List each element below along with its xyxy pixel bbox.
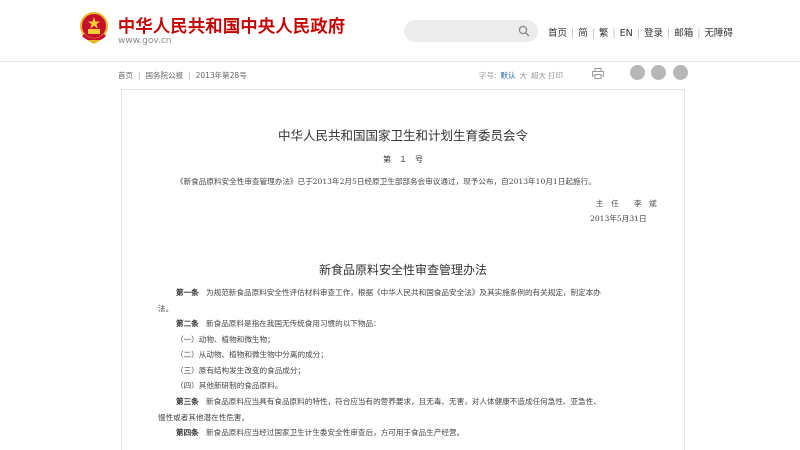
article-2-item-2: （二）从动物、植物和微生物中分离的成分； [176,350,328,359]
search-icon[interactable] [518,25,530,37]
article-3-label: 第三条 [176,397,199,406]
nav-separator: | [571,28,575,39]
article-2-item-3: （三）原有结构发生改变的食品成分； [176,366,306,375]
nav-mail[interactable]: 邮箱 [674,28,693,39]
article-3-continued: 慢性或者其他潜在性危害。 [158,413,250,422]
top-nav: 首页 | 简 | 繁 | EN | 登录 | 邮箱 | 无障碍 [548,25,733,39]
article-4-label: 第四条 [176,428,199,437]
font-size-xlarge[interactable]: 超大 [531,71,546,80]
breadcrumb-separator: | [188,71,191,80]
breadcrumb-gazette[interactable]: 国务院公报 [146,71,184,80]
site-url: www.gov.cn [118,36,172,46]
signer: 主 任 李 斌 [596,199,657,208]
regulation-title: 新食品原料安全性审查管理办法 [318,263,487,277]
breadcrumb-issue[interactable]: 2013年第28号 [196,71,247,80]
header-divider [0,61,800,62]
breadcrumb: 首页 | 国务院公报 | 2013年第28号 [118,70,247,81]
nav-separator: | [697,28,701,39]
document-intro: 《新食品原料安全性审查管理办法》已于2013年2月5日经原卫生部部务会审议通过，… [176,177,596,186]
article-toolbar: 首页 | 国务院公报 | 2013年第28号 字号: 默认大超大 打印 [118,65,688,82]
document-panel: 中华人民共和国国家卫生和计划生育委员会令 第 １ 号 《新食品原料安全性审查管理… [121,89,685,450]
article-1-continued: 法。 [158,304,174,313]
font-size-label: 字号: [479,71,497,80]
document-title: 中华人民共和国国家卫生和计划生育委员会令 [277,128,528,143]
nav-login[interactable]: 登录 [644,28,663,39]
nav-separator: | [666,28,671,39]
nav-separator: | [591,28,595,39]
article-3-text: 新食品原料应当具有食品原料的特性，符合应当有的营养要求，且无毒、无害，对人体健康… [206,397,601,406]
font-size-control: 字号: 默认大超大 [479,70,546,81]
nav-home[interactable]: 首页 [548,28,567,39]
article-2-label: 第二条 [176,319,199,328]
printer-icon[interactable] [592,68,604,79]
article-2-item-4: （四）其他新研制的食品原料。 [176,381,283,390]
document-number: 第 １ 号 [383,155,423,164]
print-label[interactable]: 打印 [548,70,563,81]
breadcrumb-separator: | [138,71,141,80]
sign-date: 2013年5月31日 [590,214,647,223]
nav-accessibility[interactable]: 无障碍 [704,28,733,39]
site-title[interactable]: 中华人民共和国中央人民政府 [118,12,346,37]
wechat-icon[interactable] [651,65,666,80]
nav-separator: | [612,28,616,39]
font-size-large[interactable]: 大 [520,71,528,80]
breadcrumb-home[interactable]: 首页 [118,71,133,80]
nav-traditional[interactable]: 繁 [599,28,609,39]
weibo-icon[interactable] [630,65,645,80]
favorite-icon[interactable] [673,65,688,80]
article-2: 第二条 新食品原料是指在我国无传统食用习惯的以下物品： [176,316,676,332]
article-1: 第一条 为规范新食品原料安全性评估材料审查工作，根据《中华人民共和国食品安全法》… [176,285,676,301]
nav-separator: | [636,28,640,39]
article-2-item-1: （一）动物、植物和微生物； [176,335,275,344]
article-1-text: 为规范新食品原料安全性评估材料审查工作，根据《中华人民共和国食品安全法》及其实施… [206,288,601,297]
article-1-label: 第一条 [176,288,199,297]
search-input[interactable] [404,20,538,42]
national-emblem-icon[interactable] [78,11,110,45]
article-4: 第四条 新食品原料应当经过国家卫生计生委安全性审查后，方可用于食品生产经营。 [176,425,676,441]
site-header: 中华人民共和国中央人民政府 www.gov.cn 首页 | 简 | 繁 | EN | 登录 | 邮箱… [0,0,800,62]
article-4-text: 新食品原料应当经过国家卫生计生委安全性审查后，方可用于食品生产经营。 [206,428,465,437]
article-3: 第三条 新食品原料应当具有食品原料的特性，符合应当有的营养要求，且无毒、无害，对… [176,394,676,410]
nav-simplified[interactable]: 简 [578,28,588,39]
nav-english[interactable]: EN [620,28,633,39]
font-size-default[interactable]: 默认 [501,71,516,80]
article-2-text: 新食品原料是指在我国无传统食用习惯的以下物品： [206,319,381,328]
